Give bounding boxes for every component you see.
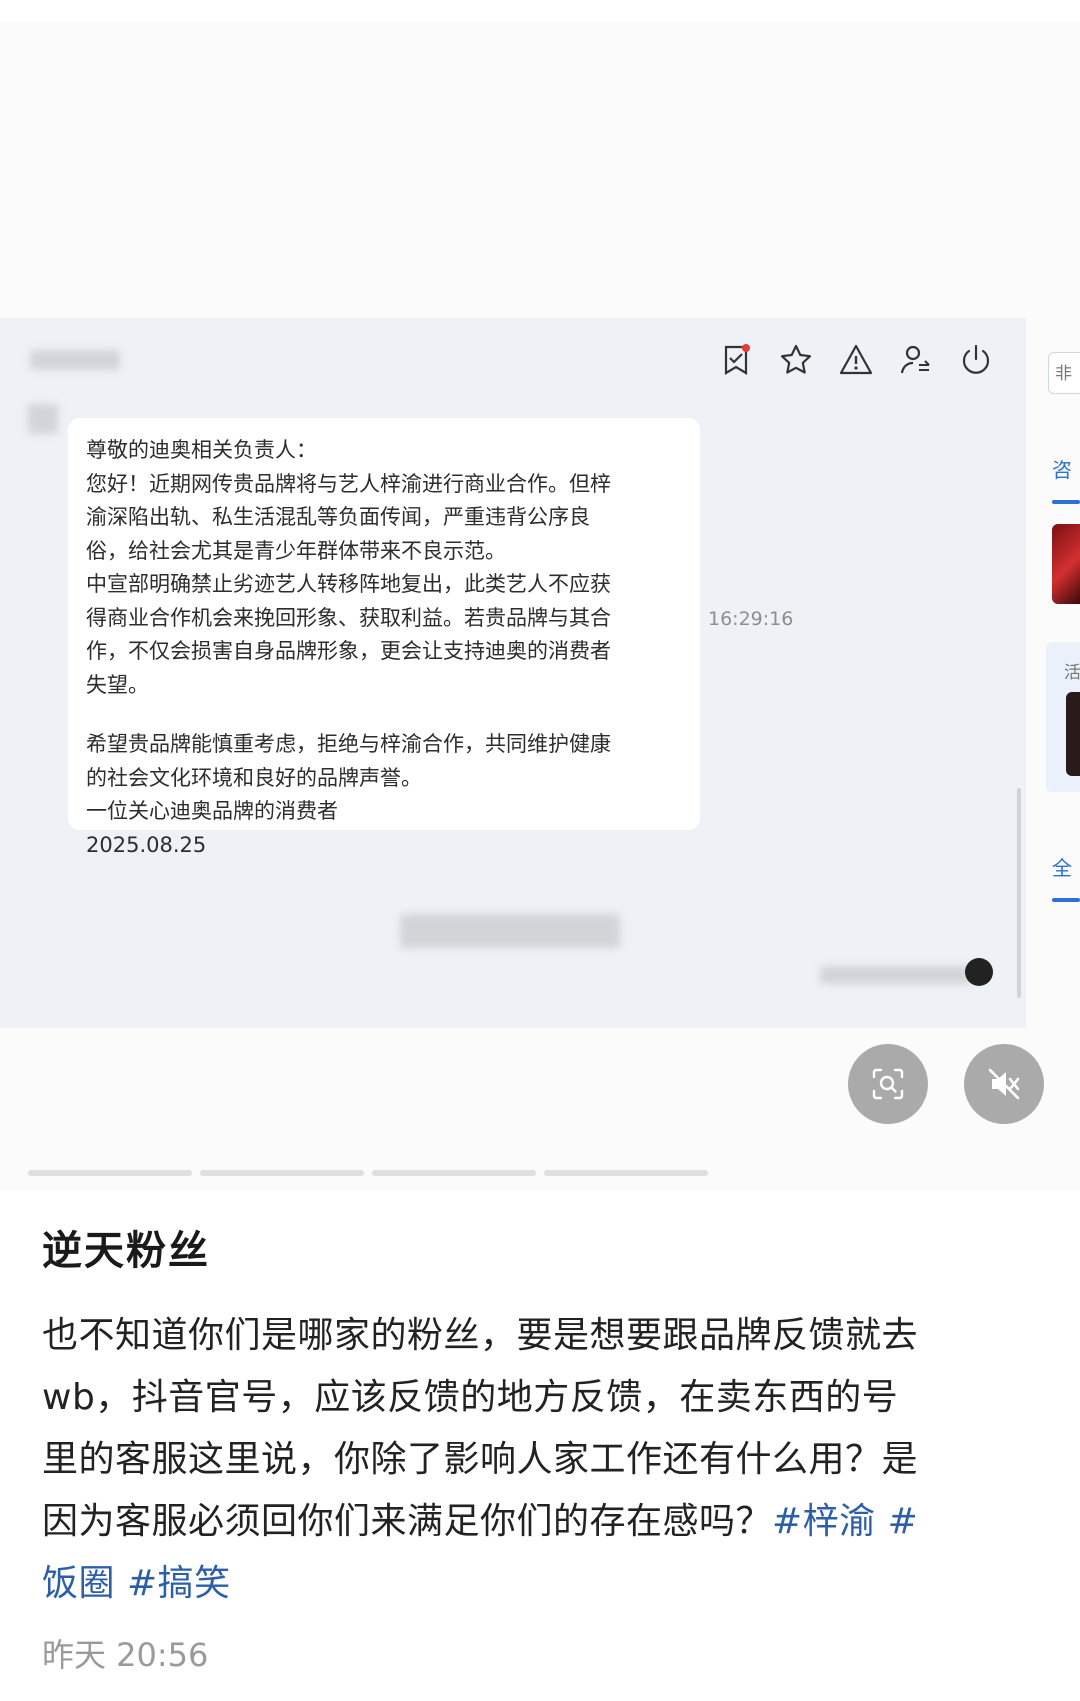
message-line: 渝深陷出轨、私生活混乱等负面传闻，严重违背公序良 [86,505,590,529]
top-bar [0,0,1080,23]
blurred-system-notice [400,914,620,948]
message-line: 一位关心迪奥品牌的消费者 [86,799,338,823]
image-search-button[interactable] [848,1044,928,1124]
bookmark-check-icon[interactable] [718,342,754,378]
message-line: 作，不仅会损害自身品牌形象，更会让支持迪奥的消费者 [86,639,611,663]
image-search-icon [872,1068,904,1100]
carousel-indicator [372,1170,536,1176]
star-icon[interactable] [778,342,814,378]
message-line: 失望。 [86,672,149,697]
message-line: 俗，给社会尤其是青少年群体带来不良示范。 [86,538,506,563]
blurred-footer-text [820,966,970,984]
message-line: 尊敬的迪奥相关负责人： [86,438,317,462]
message-text: 尊敬的迪奥相关负责人： 您好！近期网传贵品牌将与艺人梓渝进行商业合作。但梓 渝深… [86,434,686,862]
carousel-indicator [544,1170,708,1176]
post-timestamp: 昨天 20:56 [42,1636,209,1674]
carousel-indicator [28,1170,192,1176]
post-body-line-4: 因为客服必须回你们来满足你们的存在感吗？#梓渝 # [42,1491,1042,1553]
post-header: 逆天粉丝 [42,1218,1042,1276]
message-line: 您好！近期网传贵品牌将与艺人梓渝进行商业合作。但梓 [86,471,611,496]
side-tag[interactable]: 非 [1048,352,1080,394]
mute-button[interactable] [964,1044,1044,1124]
chat-screenshot: 尊敬的迪奥相关负责人： 您好！近期网传贵品牌将与艺人梓渝进行商业合作。但梓 渝深… [0,318,1026,1028]
hashtag-fanquan[interactable]: 饭圈 [42,1563,115,1604]
message-line: 得商业合作机会来挽回形象、获取利益。若贵品牌与其合 [86,605,611,630]
side-thumbnail[interactable] [1052,524,1080,604]
message-line: 中宣部明确禁止劣迹艺人转移阵地复出，此类艺人不应获 [86,572,611,596]
scrollbar[interactable] [1017,788,1021,998]
message-line: 希望贵品牌能慎重考虑，拒绝与梓渝合作，共同维护健康 [86,732,611,756]
post-body-line-5: 饭圈 #搞笑 [42,1553,1042,1615]
blurred-avatar [28,404,58,434]
post-body: 也不知道你们是哪家的粉丝，要是想要跟品牌反馈就去 wb，抖音官号，应该反馈的地方… [42,1305,1042,1615]
message-bubble: 尊敬的迪奥相关负责人： 您好！近期网传贵品牌将与艺人梓渝进行商业合作。但梓 渝深… [68,418,700,857]
power-icon[interactable] [958,342,994,378]
side-label-all[interactable]: 全 [1052,852,1072,881]
hashtag-gaoxiao[interactable]: #搞笑 [127,1563,231,1604]
media-image[interactable]: 尊敬的迪奥相关负责人： 您好！近期网传贵品牌将与艺人梓渝进行商业合作。但梓 渝深… [0,22,1080,1190]
post-body-line: wb，抖音官号，应该反馈的地方反馈，在卖东西的号 [42,1377,899,1418]
hashtag-ziyu[interactable]: #梓渝 [772,1501,876,1542]
post-body-line: 也不知道你们是哪家的粉丝，要是想要跟品牌反馈就去 [42,1315,919,1356]
post-title: 逆天粉丝 [42,1228,210,1274]
side-card-label: 活 [1064,663,1080,683]
blurred-contact-name [30,350,120,370]
side-label-consult[interactable]: 咨 [1052,454,1072,483]
side-underline-2 [1052,898,1080,902]
side-thumbnail-2[interactable] [1066,692,1080,776]
warning-icon[interactable] [838,342,874,378]
message-time: 16:29:16 [708,608,794,630]
post-body-line: 里的客服这里说，你除了影响人家工作还有什么用？是 [42,1439,919,1480]
hashtag-symbol[interactable]: # [888,1501,919,1542]
side-underline [1052,500,1080,504]
message-line: 2025.08.25 [86,832,207,857]
post-body-text: 因为客服必须回你们来满足你们的存在感吗？ [42,1501,773,1542]
small-avatar [965,958,993,986]
carousel-indicator [200,1170,364,1176]
user-transfer-icon[interactable] [898,342,934,378]
mute-icon [988,1068,1020,1100]
message-line: 的社会文化环境和良好的品牌声誉。 [86,765,422,790]
